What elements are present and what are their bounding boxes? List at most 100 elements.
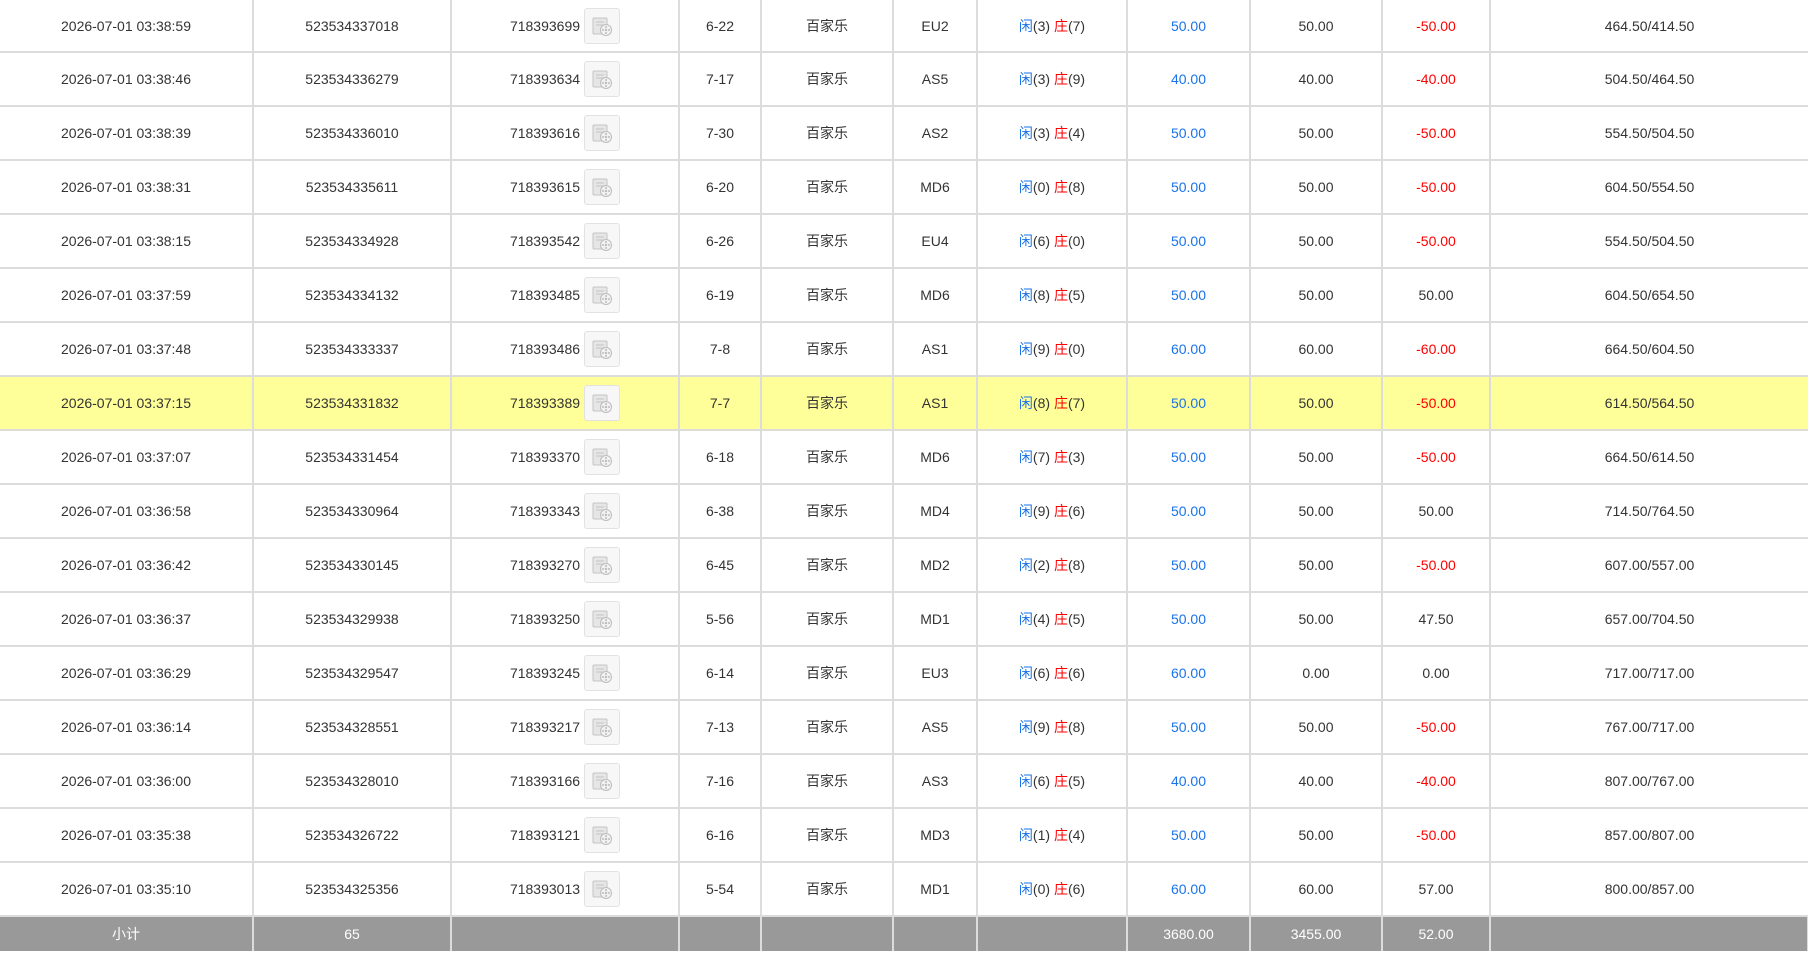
subtotal-count: 65 [253,916,452,951]
win-loss: -50.00 [1382,430,1491,485]
win-loss: -60.00 [1382,322,1491,377]
table-code: MD6 [893,268,978,323]
player-label: 闲 [1018,665,1033,681]
result-cell: 闲(3) 庄(9) [977,52,1128,107]
game-id: 718393370 [509,449,581,465]
win-loss: 0.00 [1382,646,1491,701]
video-replay-icon[interactable] [584,277,621,313]
video-replay-icon[interactable] [584,439,621,475]
valid-bet: 50.00 [1250,700,1383,755]
player-score: (6) [1032,773,1051,789]
banker-label: 庄 [1053,827,1068,843]
bet-amount: 50.00 [1127,484,1251,539]
bet-time: 2026-07-01 03:36:42 [0,538,254,593]
video-replay-icon[interactable] [584,763,621,799]
banker-label: 庄 [1053,179,1068,195]
table-code: AS5 [893,700,978,755]
result-cell: 闲(0) 庄(6) [977,862,1128,917]
video-replay-icon[interactable] [584,601,621,637]
video-replay-icon[interactable] [584,223,621,259]
result-cell: 闲(3) 庄(4) [977,106,1128,161]
balance-before-after: 807.00/767.00 [1490,754,1808,809]
shoe-round: 6-20 [679,160,762,215]
video-replay-icon[interactable] [584,817,621,853]
subtotal-row: 小计 65 3680.00 3455.00 52.00 [0,916,1808,951]
video-replay-icon[interactable] [584,871,621,907]
bet-time: 2026-07-01 03:35:10 [0,862,254,917]
bet-time: 2026-07-01 03:36:58 [0,484,254,539]
win-loss: -50.00 [1382,160,1491,215]
bet-time: 2026-07-01 03:36:14 [0,700,254,755]
video-replay-icon[interactable] [584,709,621,745]
player-score: (8) [1032,395,1051,411]
video-replay-icon[interactable] [584,169,621,205]
table-code: EU3 [893,646,978,701]
game-type: 百家乐 [761,538,894,593]
banker-score: (0) [1067,341,1086,357]
bet-id: 523534325356 [253,862,452,917]
game-id-cell: 718393013 [451,862,680,917]
video-replay-icon[interactable] [584,385,621,421]
video-replay-icon[interactable] [584,7,621,44]
game-id-cell: 718393542 [451,214,680,269]
player-label: 闲 [1018,557,1033,573]
video-replay-icon[interactable] [584,655,621,691]
win-loss: -50.00 [1382,538,1491,593]
shoe-round: 7-16 [679,754,762,809]
game-type: 百家乐 [761,376,894,431]
result-cell: 闲(4) 庄(5) [977,592,1128,647]
balance-before-after: 604.50/654.50 [1490,268,1808,323]
video-replay-icon[interactable] [584,493,621,529]
bet-time: 2026-07-01 03:38:15 [0,214,254,269]
table-code: EU4 [893,214,978,269]
bet-amount: 50.00 [1127,808,1251,863]
player-score: (9) [1032,503,1051,519]
game-id: 718393121 [509,827,581,843]
bet-id: 523534331832 [253,376,452,431]
bet-id: 523534334928 [253,214,452,269]
win-loss: 50.00 [1382,268,1491,323]
valid-bet: 40.00 [1250,52,1383,107]
game-id: 718393217 [509,719,581,735]
table-code: AS2 [893,106,978,161]
table-row: 2026-07-01 03:38:15 523534334928 718393542… [0,214,1808,269]
player-label: 闲 [1018,881,1033,897]
table-row: 2026-07-01 03:37:15 523534331832 718393389… [0,376,1808,431]
table-row: 2026-07-01 03:38:46 523534336279 718393634… [0,52,1808,107]
banker-score: (9) [1067,71,1086,87]
game-id-cell: 718393343 [451,484,680,539]
bet-amount: 50.00 [1127,376,1251,431]
bet-id: 523534333337 [253,322,452,377]
video-replay-icon[interactable] [584,547,621,583]
valid-bet: 60.00 [1250,322,1383,377]
bet-id: 523534329547 [253,646,452,701]
game-id-cell: 718393121 [451,808,680,863]
banker-label: 庄 [1053,557,1068,573]
table-code: MD1 [893,592,978,647]
bet-time: 2026-07-01 03:37:59 [0,268,254,323]
table-code: AS1 [893,376,978,431]
shoe-round: 7-30 [679,106,762,161]
video-replay-icon[interactable] [584,61,621,97]
banker-label: 庄 [1053,665,1068,681]
subtotal-valid: 3455.00 [1250,916,1383,951]
game-id-cell: 718393250 [451,592,680,647]
game-id: 718393486 [509,341,581,357]
video-replay-icon[interactable] [584,331,621,367]
bet-amount: 40.00 [1127,754,1251,809]
banker-label: 庄 [1053,611,1068,627]
valid-bet: 50.00 [1250,376,1383,431]
balance-before-after: 857.00/807.00 [1490,808,1808,863]
bet-time: 2026-07-01 03:36:00 [0,754,254,809]
win-loss: -50.00 [1382,808,1491,863]
table-code: MD2 [893,538,978,593]
banker-score: (5) [1067,611,1086,627]
video-replay-icon[interactable] [584,115,621,151]
game-id: 718393616 [509,125,581,141]
shoe-round: 6-45 [679,538,762,593]
game-id-cell: 718393245 [451,646,680,701]
player-score: (6) [1032,665,1051,681]
bet-id: 523534326722 [253,808,452,863]
subtotal-empty [761,916,894,951]
bet-amount: 50.00 [1127,700,1251,755]
